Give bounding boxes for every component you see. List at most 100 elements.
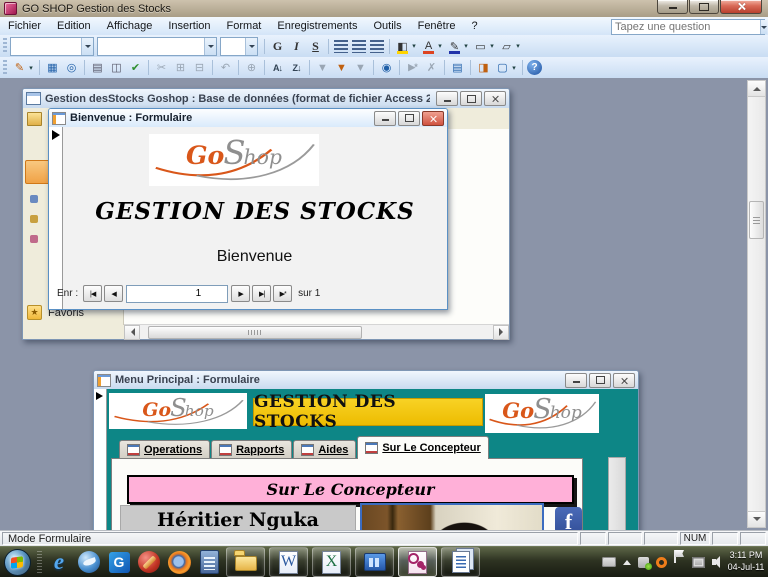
maximize-button[interactable] xyxy=(689,0,719,14)
next-record-button[interactable]: ▶ xyxy=(231,285,250,302)
apply-filter-button[interactable]: ▼ xyxy=(352,59,369,76)
file-search-button[interactable]: ◎ xyxy=(63,59,80,76)
previous-record-button[interactable]: ◀ xyxy=(104,285,123,302)
scroll-down-button[interactable] xyxy=(748,511,765,527)
align-center-button[interactable] xyxy=(352,40,366,53)
start-button[interactable] xyxy=(2,548,32,576)
sort-ascending-button[interactable]: A↓ xyxy=(269,59,286,76)
fill-color-button[interactable]: ◧ xyxy=(394,38,411,55)
database-window-button[interactable]: ◨ xyxy=(475,59,492,76)
firefox-icon[interactable] xyxy=(166,548,192,576)
filter-selection-button[interactable]: ▼ xyxy=(314,59,331,76)
close-button[interactable] xyxy=(720,0,762,14)
minimize-button[interactable] xyxy=(657,0,688,14)
cut-button[interactable]: ✂ xyxy=(153,59,170,76)
last-record-button[interactable]: ▶| xyxy=(252,285,271,302)
fill-color-dropdown[interactable]: ▾ xyxy=(410,38,418,55)
open-object-icon[interactable] xyxy=(27,112,42,126)
form-vertical-scrollbar[interactable] xyxy=(608,457,626,530)
align-left-button[interactable] xyxy=(334,40,348,53)
thunderbird-icon[interactable] xyxy=(76,548,102,576)
chevron-down-icon[interactable] xyxy=(204,38,216,55)
view-design-button[interactable]: ✎ xyxy=(11,59,28,76)
print-button[interactable]: ▤ xyxy=(89,59,106,76)
menu-item[interactable]: Insertion xyxy=(160,17,218,35)
properties-button[interactable]: ▤ xyxy=(449,59,466,76)
hyperlink-button[interactable]: ⊕ xyxy=(243,59,260,76)
client-vertical-scrollbar[interactable] xyxy=(747,80,766,528)
menu-item[interactable]: Enregistrements xyxy=(269,17,365,35)
font-color-button[interactable]: A xyxy=(420,38,437,55)
filter-form-button[interactable]: ▼ xyxy=(333,59,350,76)
menu-item[interactable]: Affichage xyxy=(99,17,161,35)
menu-item[interactable]: ? xyxy=(464,17,486,35)
explorer-folder-button[interactable] xyxy=(226,547,265,577)
print-preview-button[interactable]: ◫ xyxy=(108,59,125,76)
object-combobox[interactable] xyxy=(10,37,94,56)
display-app-button[interactable] xyxy=(355,547,394,577)
ask-question-input[interactable] xyxy=(612,21,760,33)
scroll-left-button[interactable] xyxy=(124,325,140,340)
delete-record-button[interactable]: ✗ xyxy=(423,59,440,76)
chevron-down-icon[interactable] xyxy=(245,38,257,55)
tab-sur-le-concepteur[interactable]: Sur Le Concepteur xyxy=(357,436,488,459)
show-hidden-icons-button[interactable] xyxy=(623,556,631,565)
network-icon[interactable] xyxy=(692,557,705,568)
close-button[interactable] xyxy=(613,373,635,388)
italic-button[interactable]: I xyxy=(288,38,305,55)
view-dropdown[interactable]: ▾ xyxy=(27,59,35,76)
chevron-down-icon[interactable] xyxy=(760,20,767,34)
usb-device-icon[interactable] xyxy=(638,557,649,568)
menu-item[interactable]: Edition xyxy=(49,17,99,35)
sort-descending-button[interactable]: Z↓ xyxy=(288,59,305,76)
ccleaner-icon[interactable] xyxy=(136,548,162,576)
maximize-button[interactable] xyxy=(398,111,420,126)
minimize-button[interactable] xyxy=(374,111,396,126)
ask-question-box[interactable] xyxy=(611,19,765,35)
first-record-button[interactable]: |◀ xyxy=(83,285,102,302)
copy-button[interactable]: ⊞ xyxy=(172,59,189,76)
updater-icon[interactable] xyxy=(656,557,667,568)
tab-rapports[interactable]: Rapports xyxy=(211,440,292,459)
tab-aides[interactable]: Aides xyxy=(293,440,356,459)
new-record-button[interactable]: ▶* xyxy=(404,59,421,76)
font-size-combobox[interactable] xyxy=(220,37,258,56)
new-record-button[interactable]: ▶* xyxy=(273,285,292,302)
access-button[interactable] xyxy=(398,547,437,577)
action-center-flag-icon[interactable] xyxy=(674,556,685,568)
menu-item[interactable]: Fenêtre xyxy=(410,17,464,35)
underline-button[interactable]: S xyxy=(307,38,324,55)
chevron-down-icon[interactable] xyxy=(81,38,93,55)
tab-operations[interactable]: Operations xyxy=(119,440,210,459)
bold-button[interactable]: G xyxy=(269,38,286,55)
paste-button[interactable]: ⊟ xyxy=(191,59,208,76)
minimize-button[interactable] xyxy=(436,91,458,106)
font-color-dropdown[interactable]: ▾ xyxy=(436,38,444,55)
special-effect-button[interactable]: ▱ xyxy=(498,38,515,55)
word-button[interactable]: W xyxy=(269,547,308,577)
scrollbar-thumb[interactable] xyxy=(148,326,362,339)
menu-item[interactable]: Fichier xyxy=(0,17,49,35)
scroll-up-button[interactable] xyxy=(748,81,765,97)
volume-icon[interactable] xyxy=(712,556,726,568)
menu-item[interactable]: Outils xyxy=(365,17,409,35)
keyboard-layout-icon[interactable] xyxy=(602,557,616,567)
help-button[interactable]: ? xyxy=(527,60,542,75)
minimize-button[interactable] xyxy=(565,373,587,388)
special-effect-dropdown[interactable]: ▾ xyxy=(514,38,522,55)
blue-app-icon[interactable]: G xyxy=(106,548,132,576)
line-color-button[interactable]: ✎ xyxy=(446,38,463,55)
record-number-input[interactable] xyxy=(126,285,228,303)
border-width-dropdown[interactable]: ▾ xyxy=(488,38,496,55)
line-color-dropdown[interactable]: ▾ xyxy=(462,38,470,55)
scroll-right-button[interactable] xyxy=(493,325,509,340)
spelling-button[interactable]: ✔ xyxy=(127,59,144,76)
maximize-button[interactable] xyxy=(460,91,482,106)
database-horizontal-scrollbar[interactable] xyxy=(124,324,509,339)
calculator-icon[interactable] xyxy=(196,548,222,576)
menu-item[interactable]: Format xyxy=(219,17,270,35)
scrollbar-thumb[interactable] xyxy=(749,201,764,239)
border-width-button[interactable]: ▭ xyxy=(472,38,489,55)
undo-button[interactable]: ↶ xyxy=(217,59,234,76)
new-object-button[interactable]: ▢ xyxy=(494,59,511,76)
